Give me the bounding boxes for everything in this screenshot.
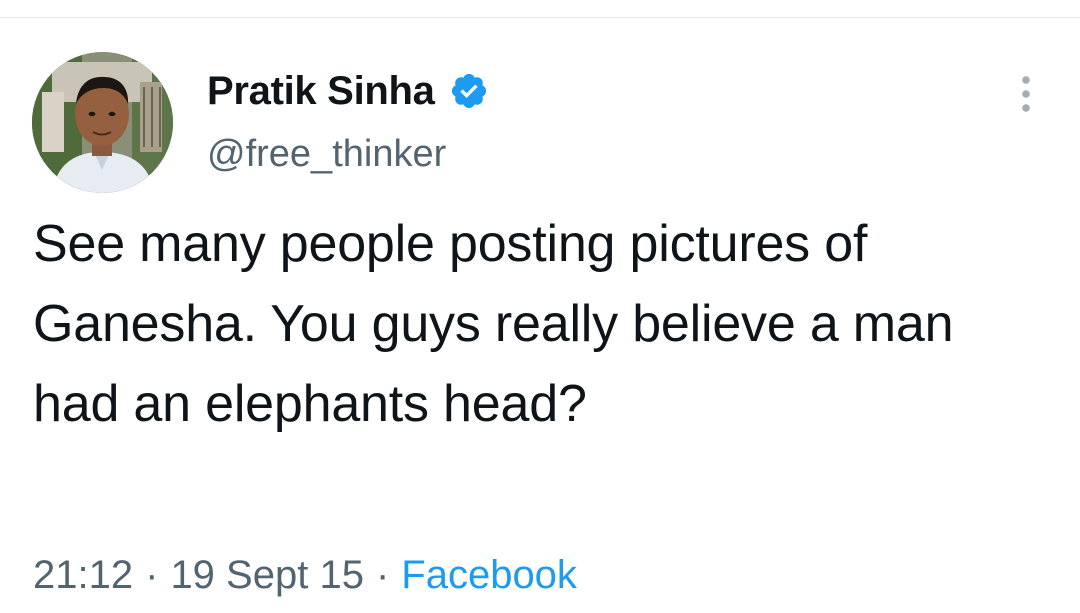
tweet-date[interactable]: 19 Sept 15: [170, 553, 364, 598]
author-name-row: Pratik Sinha: [207, 66, 489, 116]
meta-separator: ·: [375, 553, 390, 597]
avatar-photo: [32, 52, 173, 193]
verified-badge-icon: [449, 71, 489, 111]
tweet-text: See many people posting pictures of Gane…: [33, 215, 954, 433]
tweet-card: Pratik Sinha @free_thinker See many peop…: [0, 0, 1080, 613]
tweet-source-link[interactable]: Facebook: [401, 553, 577, 598]
author-display-name[interactable]: Pratik Sinha: [207, 69, 435, 114]
more-options-icon[interactable]: [1012, 74, 1040, 114]
meta-separator: ·: [145, 553, 159, 597]
tweet-time[interactable]: 21:12: [33, 553, 133, 598]
avatar[interactable]: [32, 52, 173, 193]
tweet-metadata: 21:12 · 19 Sept 15 · Facebook: [33, 553, 577, 598]
author-handle[interactable]: @free_thinker: [207, 133, 446, 176]
